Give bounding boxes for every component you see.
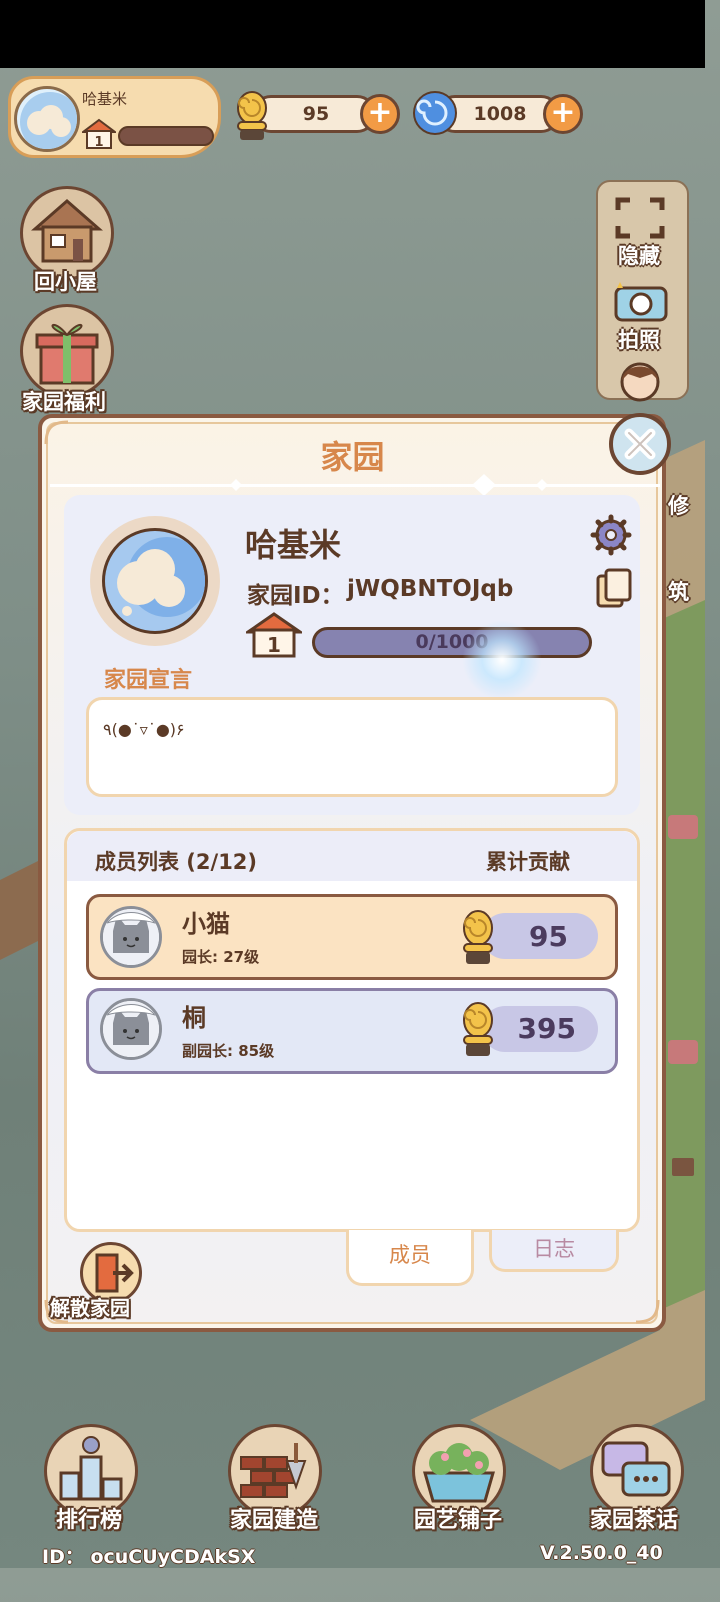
home-level-number: 1 (267, 633, 281, 657)
declaration-box[interactable] (86, 697, 618, 797)
snail-currency-value: 95 (302, 103, 330, 125)
photo-label: 拍照 (618, 328, 660, 352)
cloud-avatar-icon (117, 537, 205, 617)
add-swirl-button[interactable]: + (543, 94, 583, 134)
home-name: 哈基米 (245, 526, 342, 564)
repair-label-partial: 修 (668, 494, 689, 518)
build-label-partial: 筑 (668, 580, 689, 604)
house-icon (31, 199, 103, 263)
garden-shop-label: 园艺铺子 (414, 1508, 503, 1533)
contribution-value: 95 (529, 920, 568, 953)
snail-coin-icon (226, 82, 276, 146)
add-snail-button[interactable]: + (360, 94, 400, 134)
profile-avatar[interactable] (14, 86, 80, 152)
contribution-title: 累计贡献 (486, 850, 570, 874)
settings-button[interactable] (590, 514, 632, 556)
hide-label: 隐藏 (618, 244, 660, 268)
hide-button[interactable] (612, 194, 668, 242)
cat-avatar-icon (103, 1001, 159, 1057)
member-avatar (100, 906, 162, 968)
contribution-value: 395 (517, 1012, 576, 1045)
sparkle-glow (462, 620, 542, 700)
photo-button[interactable] (610, 278, 672, 326)
character-avatar[interactable] (614, 358, 666, 408)
copy-icon (596, 568, 632, 608)
swirl-currency-value: 1008 (473, 103, 527, 125)
ranking-label: 排行榜 (56, 1508, 123, 1533)
gift-box-icon (35, 323, 99, 385)
divider-sparkle-icon (230, 474, 548, 496)
member-list-title: 成员列表 (2/12) (95, 850, 258, 874)
tab-members[interactable]: 成员 (346, 1230, 474, 1286)
back-home-label: 回小屋 (34, 270, 97, 294)
member-avatar (100, 998, 162, 1060)
boy-avatar-icon (620, 362, 660, 402)
level-house-icon: 1 (80, 118, 118, 150)
version-text: V.2.50.0_40 (540, 1542, 663, 1564)
home-id-value: jWQBNTOJqb (347, 576, 514, 602)
member-role: 副园长: 85级 (182, 1042, 275, 1060)
level-number: 1 (94, 135, 103, 150)
welfare-label: 家园福利 (22, 390, 106, 414)
profile-exp-bar (118, 126, 214, 146)
panel-title: 家园 (320, 438, 385, 476)
declaration-label: 家园宣言 (104, 668, 193, 693)
cat-avatar-icon (103, 909, 159, 965)
declaration-text: ٩(●˙▿˙●)۶ (103, 720, 185, 739)
welfare-button[interactable] (20, 304, 114, 398)
snail-coin-icon (452, 994, 502, 1060)
home-exp-text: 0/1000 (415, 631, 489, 653)
user-id-text: ID： ocuCUyCDAkSX (42, 1546, 256, 1568)
home-avatar[interactable] (102, 528, 208, 634)
swirl-gem-icon (410, 88, 460, 138)
corner-ornament-icon (635, 1299, 660, 1324)
fullscreen-icon (615, 197, 665, 239)
dissolve-home-label: 解散家园 (50, 1296, 130, 1320)
home-level-house-icon: 1 (243, 612, 305, 658)
member-name: 桐 (182, 1004, 206, 1032)
gear-icon (590, 514, 632, 556)
home-id-label: 家园ID： (247, 583, 344, 609)
member-role: 园长: 27级 (182, 948, 260, 966)
profile-name: 哈基米 (82, 90, 128, 108)
member-name: 小猫 (182, 910, 230, 938)
camera-icon (614, 282, 668, 322)
close-button[interactable] (609, 413, 671, 475)
home-chat-label: 家园茶话 (590, 1508, 679, 1533)
copy-id-button[interactable] (596, 568, 632, 610)
home-build-label: 家园建造 (230, 1508, 319, 1533)
close-icon (624, 428, 656, 460)
tab-log[interactable]: 日志 (489, 1230, 619, 1272)
